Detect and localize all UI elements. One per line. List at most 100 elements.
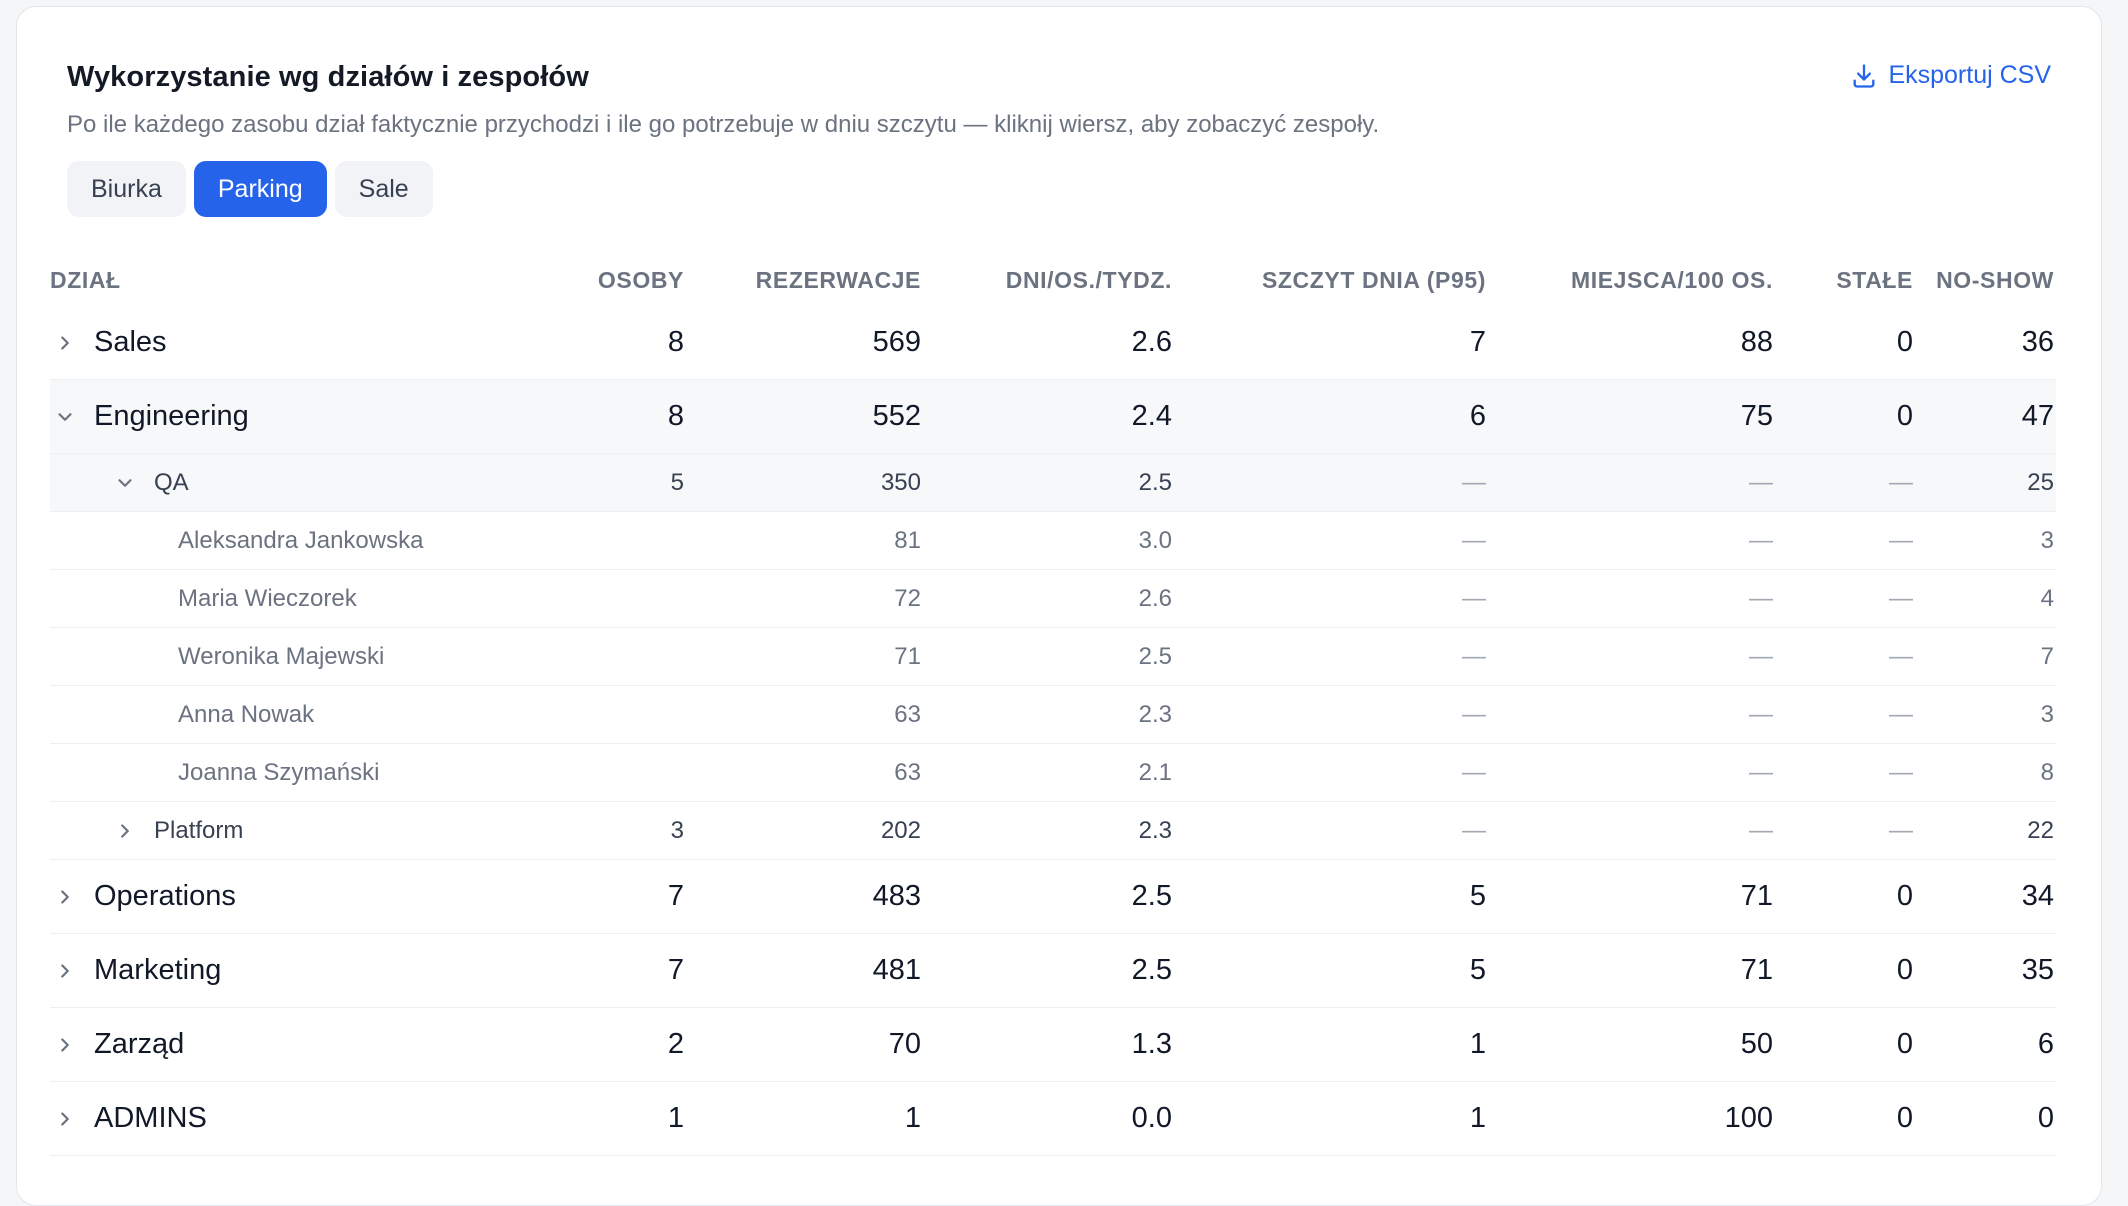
cell-szczyt: — [1462, 468, 1486, 496]
tab-sale[interactable]: Sale [334, 161, 433, 217]
cell-dni: 2.5 [1138, 642, 1172, 670]
cell-miejsca: — [1749, 758, 1773, 786]
table-row-operations[interactable]: Operations 7 483 2.5 5 71 0 34 [50, 860, 2056, 934]
table-row-engineering[interactable]: Engineering 8 552 2.4 6 75 0 47 [50, 380, 2056, 454]
table-row-team-platform[interactable]: Platform 3 202 2.3 — — — 22 [50, 802, 2056, 860]
cell-name: Aleksandra Jankowska [178, 526, 424, 554]
chevron-right-icon[interactable] [54, 960, 76, 982]
cell-rezerwacje: 72 [894, 584, 921, 612]
table-row-person: Aleksandra Jankowska 81 3.0 — — — 3 [50, 512, 2056, 570]
cell-noshow: 4 [2040, 584, 2054, 612]
cell-miejsca: 100 [1724, 1102, 1773, 1134]
cell-rezerwacje: 569 [872, 326, 921, 358]
chevron-right-icon[interactable] [54, 1034, 76, 1056]
cell-dni: 3.0 [1138, 526, 1172, 554]
cell-miejsca: — [1749, 700, 1773, 728]
table-row-admins[interactable]: ADMINS 1 1 0.0 1 100 0 0 [50, 1082, 2056, 1156]
cell-noshow: 7 [2040, 642, 2054, 670]
panel-title: Wykorzystanie wg działów i zespołów [67, 61, 589, 93]
chevron-right-icon[interactable] [54, 332, 76, 354]
resource-tabs: Biurka Parking Sale [67, 161, 433, 217]
table-row-person: Maria Wieczorek 72 2.6 — — — 4 [50, 570, 2056, 628]
column-header-szczyt[interactable]: SZCZYT DNIA (P95) [1262, 254, 1486, 306]
column-header-dzial[interactable]: DZIAŁ [50, 254, 121, 306]
cell-name: QA [50, 454, 189, 511]
cell-dni: 2.4 [1131, 400, 1172, 432]
cell-noshow: 8 [2040, 758, 2054, 786]
cell-osoby: 3 [670, 816, 684, 844]
cell-miejsca: 71 [1740, 880, 1773, 912]
cell-rezerwacje: 1 [904, 1102, 921, 1134]
cell-miejsca: — [1749, 642, 1773, 670]
chevron-down-icon[interactable] [54, 406, 76, 428]
cell-noshow: 34 [2021, 880, 2054, 912]
table-row-zarzad[interactable]: Zarząd 2 70 1.3 1 50 0 6 [50, 1008, 2056, 1082]
cell-szczyt: — [1462, 584, 1486, 612]
column-header-miejsca[interactable]: MIEJSCA/100 OS. [1571, 254, 1773, 306]
tab-biurka[interactable]: Biurka [67, 161, 186, 217]
chevron-down-icon[interactable] [114, 472, 136, 494]
table-row-person: Anna Nowak 63 2.3 — — — 3 [50, 686, 2056, 744]
cell-szczyt: — [1462, 816, 1486, 844]
cell-stale: 0 [1896, 400, 1913, 432]
cell-osoby: 8 [667, 400, 684, 432]
cell-noshow: 35 [2021, 954, 2054, 986]
cell-rezerwacje: 63 [894, 758, 921, 786]
cell-stale: 0 [1896, 1102, 1913, 1134]
column-header-dni[interactable]: DNI/OS./TYDZ. [1006, 254, 1172, 306]
cell-szczyt: — [1462, 642, 1486, 670]
cell-rezerwacje: 70 [888, 1028, 921, 1060]
cell-name: Anna Nowak [178, 700, 315, 728]
table-row-sales[interactable]: Sales 8 569 2.6 7 88 0 36 [50, 306, 2056, 380]
cell-miejsca: — [1749, 526, 1773, 554]
column-header-noshow[interactable]: NO-SHOW [1936, 254, 2054, 306]
cell-noshow: 0 [2037, 1102, 2054, 1134]
table-header: DZIAŁ OSOBY REZERWACJE DNI/OS./TYDZ. SZC… [50, 254, 2056, 306]
cell-noshow: 36 [2021, 326, 2054, 358]
cell-name: ADMINS [50, 1082, 207, 1155]
tab-parking[interactable]: Parking [193, 161, 327, 217]
cell-dni: 2.3 [1138, 700, 1172, 728]
cell-name: Zarząd [50, 1008, 184, 1081]
table-row-marketing[interactable]: Marketing 7 481 2.5 5 71 0 35 [50, 934, 2056, 1008]
cell-stale: — [1889, 468, 1913, 496]
column-header-osoby[interactable]: OSOBY [598, 254, 684, 306]
cell-dni: 2.1 [1138, 758, 1172, 786]
cell-szczyt: 5 [1469, 880, 1486, 912]
cell-rezerwacje: 483 [872, 880, 921, 912]
cell-rezerwacje: 81 [894, 526, 921, 554]
cell-szczyt: 1 [1469, 1028, 1486, 1060]
cell-dni: 2.6 [1138, 584, 1172, 612]
cell-name: Engineering [50, 380, 249, 453]
cell-rezerwacje: 71 [894, 642, 921, 670]
cell-miejsca: 71 [1740, 954, 1773, 986]
cell-szczyt: 7 [1469, 326, 1486, 358]
chevron-right-icon[interactable] [54, 1108, 76, 1130]
cell-noshow: 3 [2040, 700, 2054, 728]
cell-osoby: 1 [667, 1102, 684, 1134]
cell-dni: 2.3 [1138, 816, 1172, 844]
cell-dni: 2.5 [1131, 880, 1172, 912]
cell-name: Joanna Szymański [178, 758, 380, 786]
cell-miejsca: 88 [1740, 326, 1773, 358]
cell-dni: 1.3 [1131, 1028, 1172, 1060]
department-usage-table: DZIAŁ OSOBY REZERWACJE DNI/OS./TYDZ. SZC… [50, 254, 2056, 1156]
cell-osoby: 8 [667, 326, 684, 358]
cell-miejsca: — [1749, 816, 1773, 844]
table-row-team-qa[interactable]: QA 5 350 2.5 — — — 25 [50, 454, 2056, 512]
cell-miejsca: 50 [1740, 1028, 1773, 1060]
cell-miejsca: 75 [1740, 400, 1773, 432]
cell-noshow: 6 [2037, 1028, 2054, 1060]
cell-szczyt: — [1462, 526, 1486, 554]
chevron-right-icon[interactable] [54, 886, 76, 908]
cell-dni: 2.6 [1131, 326, 1172, 358]
column-header-stale[interactable]: STAŁE [1836, 254, 1913, 306]
export-csv-button[interactable]: Eksportuj CSV [1850, 61, 2051, 90]
cell-szczyt: — [1462, 758, 1486, 786]
chevron-right-icon[interactable] [114, 820, 136, 842]
column-header-rezerwacje[interactable]: REZERWACJE [756, 254, 921, 306]
cell-name: Operations [50, 860, 236, 933]
table-row-person: Joanna Szymański 63 2.1 — — — 8 [50, 744, 2056, 802]
cell-stale: 0 [1896, 954, 1913, 986]
cell-osoby: 5 [670, 468, 684, 496]
